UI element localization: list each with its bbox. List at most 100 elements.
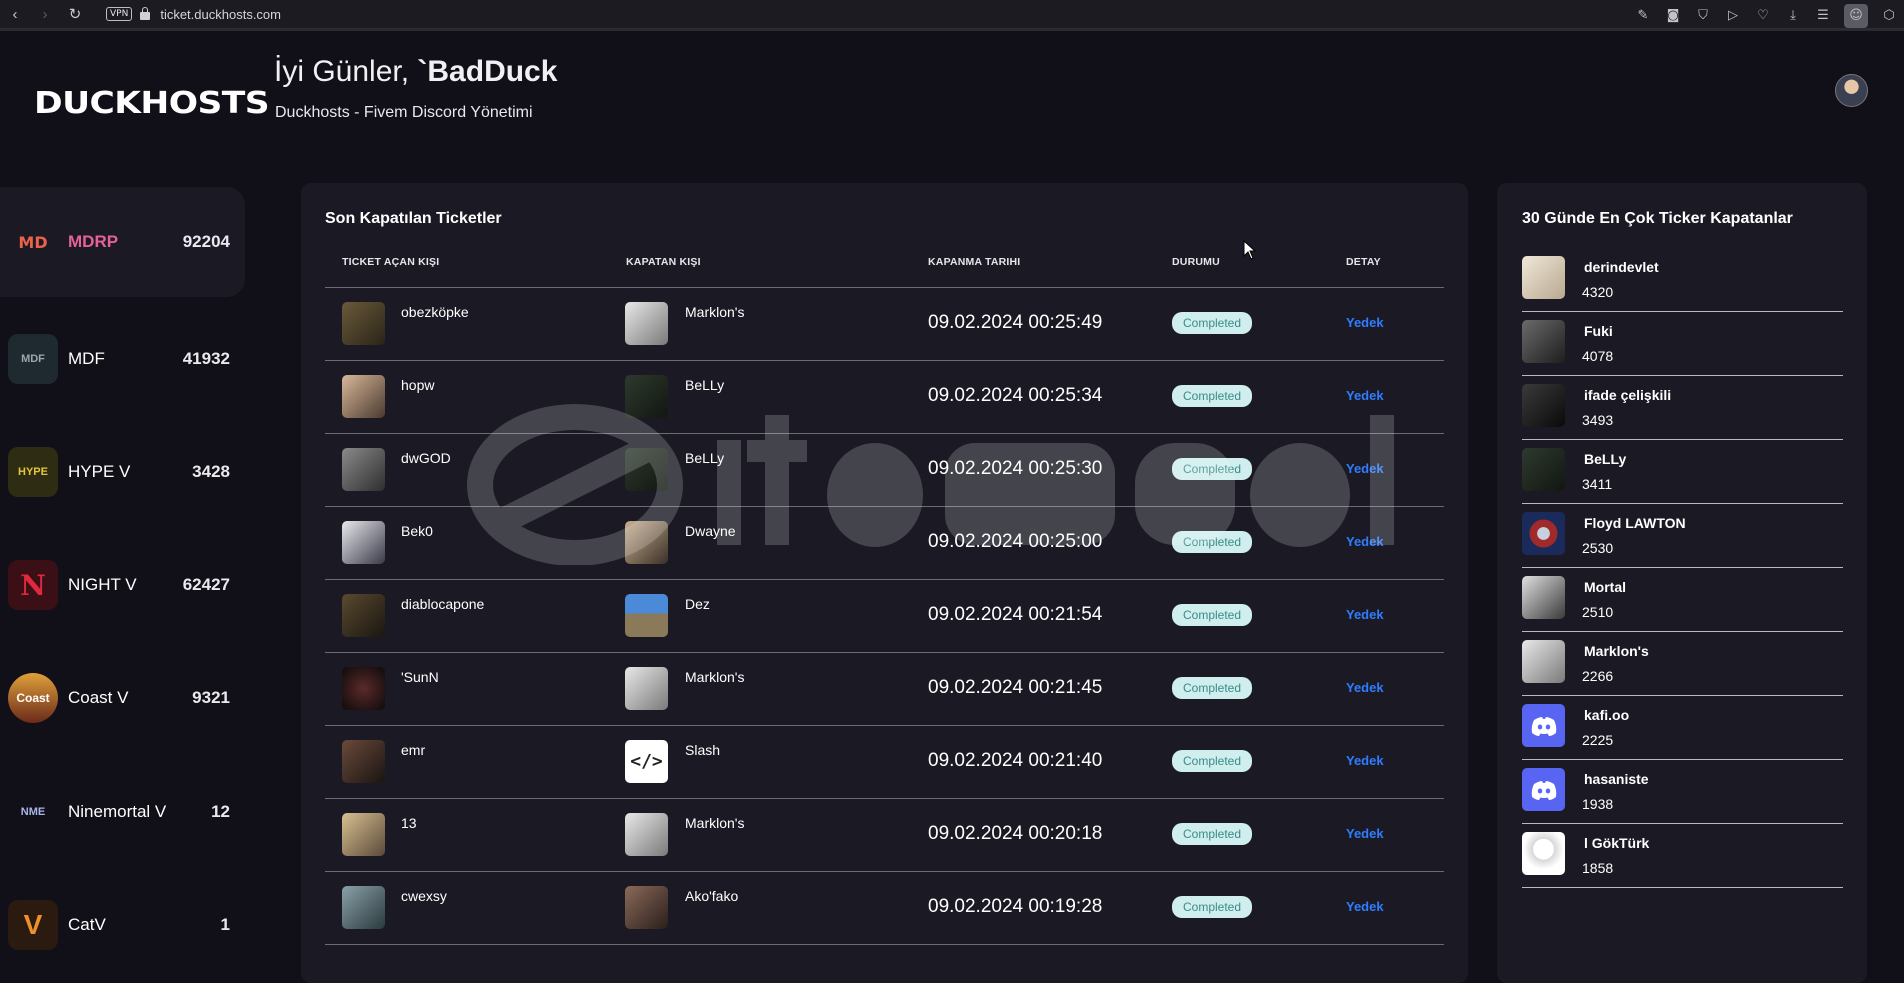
shield-icon[interactable]: ⛉ xyxy=(1688,0,1718,31)
closer-avatar xyxy=(625,667,668,710)
server-name: CatV xyxy=(68,915,106,934)
close-date: 09.02.2024 00:21:40 xyxy=(928,750,1103,771)
table-divider xyxy=(325,944,1444,945)
leaderboard-name: Floyd LAWTON xyxy=(1584,515,1686,531)
greeting-prefix: İyi Günler, xyxy=(274,55,418,88)
leaderboard-item[interactable]: Floyd LAWTON 2530 xyxy=(1522,504,1843,568)
server-item-mdf[interactable]: MDF MDF 41932 xyxy=(0,304,245,414)
leaderboard-count: 3493 xyxy=(1582,412,1614,428)
leaderboard-count: 2266 xyxy=(1582,668,1614,684)
col-header-opener: TICKET AÇAN KIŞI xyxy=(342,256,440,268)
server-item-catv[interactable]: V CatV 1 xyxy=(0,870,245,980)
lock-icon xyxy=(140,7,151,20)
leaderboard-item[interactable]: BeLLy 3411 xyxy=(1522,440,1843,504)
leaderboard-item[interactable]: kafi.oo 2225 xyxy=(1522,696,1843,760)
closer-avatar xyxy=(625,375,668,418)
opener-name: hopw xyxy=(401,377,435,393)
table-row: Bek0 Dwayne 09.02.2024 00:25:00 Complete… xyxy=(325,507,1444,580)
reload-icon[interactable]: ↻ xyxy=(60,0,90,30)
leaderboard-item[interactable]: l GökTürk 1858 xyxy=(1522,824,1843,888)
table-row: diablocapone Dez 09.02.2024 00:21:54 Com… xyxy=(325,580,1444,653)
edit-icon[interactable]: ✎ xyxy=(1628,0,1658,31)
server-item-coast-v[interactable]: Coast Coast V 9321 xyxy=(0,643,245,753)
opener-avatar xyxy=(342,813,385,856)
col-header-closer: KAPATAN KIŞI xyxy=(626,256,701,268)
close-date: 09.02.2024 00:19:28 xyxy=(928,896,1103,917)
status-badge: Completed xyxy=(1172,896,1252,918)
table-row: cwexsy Ako'fako 09.02.2024 00:19:28 Comp… xyxy=(325,872,1444,945)
vpn-badge[interactable]: VPN xyxy=(106,7,133,21)
leaderboard-name: kafi.oo xyxy=(1584,707,1630,723)
close-date: 09.02.2024 00:21:54 xyxy=(928,604,1103,625)
detail-link[interactable]: Yedek xyxy=(1346,899,1384,914)
opener-avatar xyxy=(342,521,385,564)
detail-link[interactable]: Yedek xyxy=(1346,753,1384,768)
user-avatar[interactable] xyxy=(1835,74,1868,107)
closer-name: Dwayne xyxy=(685,523,736,539)
table-row: obezköpke Marklon's 09.02.2024 00:25:49 … xyxy=(325,288,1444,361)
back-icon[interactable]: ‹ xyxy=(0,0,30,30)
table-row: dwGOD BeLLy 09.02.2024 00:25:30 Complete… xyxy=(325,434,1444,507)
col-header-status: DURUMU xyxy=(1172,256,1220,268)
play-icon[interactable]: ▷ xyxy=(1718,0,1748,31)
server-count: 12 xyxy=(211,802,230,821)
download-icon[interactable]: ⤓ xyxy=(1778,0,1808,31)
table-row: 'SunN Marklon's 09.02.2024 00:21:45 Comp… xyxy=(325,653,1444,726)
profile-icon[interactable]: ☺ xyxy=(1844,3,1868,28)
detail-link[interactable]: Yedek xyxy=(1346,607,1384,622)
server-count: 92204 xyxy=(182,232,230,251)
detail-link[interactable]: Yedek xyxy=(1346,826,1384,841)
leaderboard-name: BeLLy xyxy=(1584,451,1627,467)
leaderboard-count: 2225 xyxy=(1582,732,1614,748)
leaderboard-item[interactable]: Marklon's 2266 xyxy=(1522,632,1843,696)
leaderboard-item[interactable]: derindevlet 4320 xyxy=(1522,248,1843,312)
opener-name: 13 xyxy=(401,815,417,831)
browser-toolbar: ‹ › ↻ VPN ticket.duckhosts.com ✎ ◙ ⛉ ▷ ♡… xyxy=(0,0,1904,31)
close-date: 09.02.2024 00:25:30 xyxy=(928,458,1103,479)
leaderboard-avatar xyxy=(1522,640,1565,683)
leaderboard-avatar xyxy=(1522,576,1565,619)
detail-link[interactable]: Yedek xyxy=(1346,388,1384,403)
leaderboard-item[interactable]: Mortal 2510 xyxy=(1522,568,1843,632)
detail-link[interactable]: Yedek xyxy=(1346,315,1384,330)
forward-icon[interactable]: › xyxy=(30,0,60,30)
greeting-username: `BadDuck xyxy=(417,55,558,88)
closer-avatar xyxy=(625,302,668,345)
leaderboard-count: 3411 xyxy=(1582,476,1613,492)
server-item-night-v[interactable]: N NIGHT V 62427 xyxy=(0,530,245,640)
server-item-hype-v[interactable]: HYPE HYPE V 3428 xyxy=(0,417,245,527)
closer-name: Marklon's xyxy=(685,669,745,685)
table-row: 13 Marklon's 09.02.2024 00:20:18 Complet… xyxy=(325,799,1444,872)
closer-name: Slash xyxy=(685,742,721,758)
table-row: hopw BeLLy 09.02.2024 00:25:34 Completed… xyxy=(325,361,1444,434)
opener-avatar xyxy=(342,740,385,783)
closer-name: Ako'fako xyxy=(685,888,739,904)
leaderboard-count: 1938 xyxy=(1582,796,1614,812)
heart-icon[interactable]: ♡ xyxy=(1748,0,1778,31)
leaderboard-avatar xyxy=(1522,320,1565,363)
server-item-ninemortal-v[interactable]: NME Ninemortal V 12 xyxy=(0,757,245,867)
leaderboard-item[interactable]: ifade çelişkili 3493 xyxy=(1522,376,1843,440)
leaderboard-item[interactable]: hasaniste 1938 xyxy=(1522,760,1843,824)
extensions-icon[interactable]: ⬡ xyxy=(1874,0,1904,31)
detail-link[interactable]: Yedek xyxy=(1346,534,1384,549)
leaderboard-avatar xyxy=(1522,512,1565,555)
server-count: 9321 xyxy=(192,688,230,707)
leaderboard-item[interactable]: Fuki 4078 xyxy=(1522,312,1843,376)
status-badge: Completed xyxy=(1172,677,1252,699)
server-count: 62427 xyxy=(182,575,230,594)
mdrp-logo-icon: MD xyxy=(18,232,48,252)
close-date: 09.02.2024 00:20:18 xyxy=(928,823,1103,844)
server-item-mdrp[interactable]: MD MDRP 92204 xyxy=(0,187,245,297)
detail-link[interactable]: Yedek xyxy=(1346,680,1384,695)
duckhosts-logo[interactable]: DUCKHOSTS xyxy=(34,86,270,121)
server-name: MDF xyxy=(68,349,105,368)
coast-v-logo-icon: Coast xyxy=(8,673,58,723)
opener-avatar xyxy=(342,375,385,418)
leaderboard-count: 4078 xyxy=(1582,348,1614,364)
menu-icon[interactable]: ☰ xyxy=(1808,0,1838,31)
server-name: HYPE V xyxy=(68,462,131,481)
address-bar[interactable]: ticket.duckhosts.com xyxy=(160,7,281,22)
camera-icon[interactable]: ◙ xyxy=(1658,0,1688,31)
detail-link[interactable]: Yedek xyxy=(1346,461,1384,476)
